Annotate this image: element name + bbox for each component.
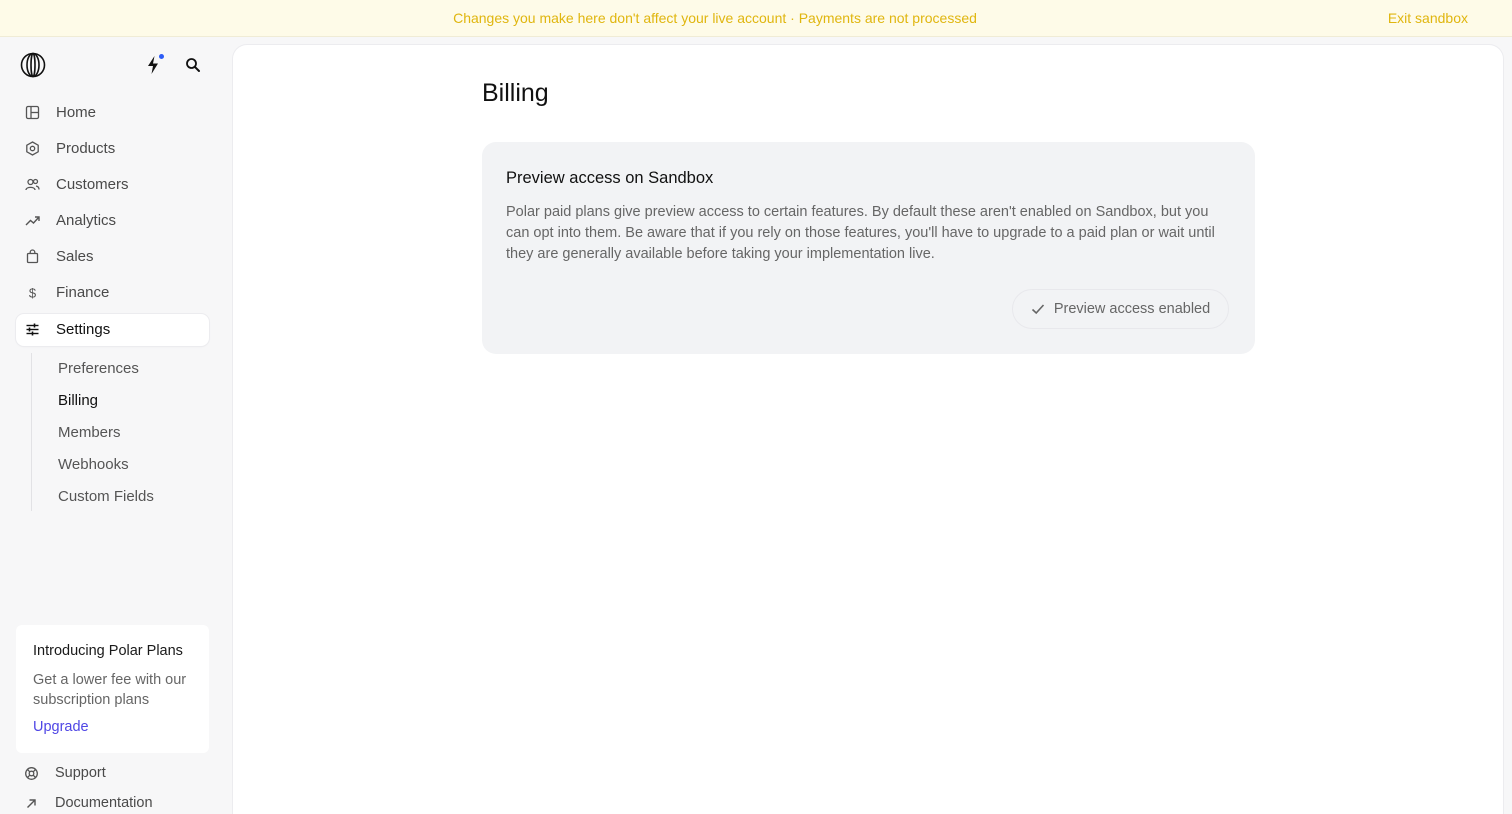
sandbox-banner: Changes you make here don't affect your … xyxy=(0,0,1512,37)
shopping-bag-icon xyxy=(26,249,39,264)
sidebar-item-customers[interactable]: Customers xyxy=(16,169,209,201)
subnav-item-custom-fields[interactable]: Custom Fields xyxy=(58,488,154,505)
sidebar-item-finance[interactable]: $ Finance xyxy=(16,277,209,309)
preview-access-button[interactable]: Preview access enabled xyxy=(1012,289,1229,329)
documentation-link[interactable]: Documentation xyxy=(24,795,153,811)
promo-title: Introducing Polar Plans xyxy=(33,643,183,659)
polar-logo-icon[interactable] xyxy=(20,52,46,78)
sidebar-item-home[interactable]: Home xyxy=(16,97,209,129)
support-label: Support xyxy=(55,765,106,781)
sidebar-item-label: Finance xyxy=(56,284,110,301)
preview-access-card: Preview access on Sandbox Polar paid pla… xyxy=(482,142,1255,354)
check-icon xyxy=(1031,304,1044,315)
subnav-item-webhooks[interactable]: Webhooks xyxy=(58,456,129,473)
notification-dot xyxy=(159,54,164,59)
subnav-divider xyxy=(31,353,32,511)
trending-up-icon xyxy=(25,216,40,226)
dashboard-icon xyxy=(25,105,40,120)
subnav-item-billing[interactable]: Billing xyxy=(58,392,98,409)
exit-sandbox-link[interactable]: Exit sandbox xyxy=(1388,10,1468,26)
support-link[interactable]: Support xyxy=(24,765,106,781)
card-description: Polar paid plans give preview access to … xyxy=(506,204,1215,262)
subnav-item-preferences[interactable]: Preferences xyxy=(58,360,139,377)
arrow-up-right-icon xyxy=(27,798,36,808)
polar-plans-promo: Introducing Polar Plans Get a lower fee … xyxy=(16,625,209,753)
svg-text:$: $ xyxy=(29,286,37,301)
search-icon[interactable] xyxy=(184,56,202,74)
card-title: Preview access on Sandbox xyxy=(506,169,714,187)
sidebar-item-label: Settings xyxy=(56,321,111,338)
lifebuoy-icon xyxy=(25,766,38,780)
upgrade-link[interactable]: Upgrade xyxy=(33,719,89,735)
sidebar-item-label: Analytics xyxy=(56,212,117,229)
sidebar: Home Products Customers Analytics Sales xyxy=(0,37,232,814)
sidebar-item-label: Customers xyxy=(56,176,129,193)
sidebar-item-label: Products xyxy=(56,140,116,157)
page-title: Billing xyxy=(482,79,549,107)
main-panel: Billing Preview access on Sandbox Polar … xyxy=(233,45,1503,814)
promo-text: Get a lower fee with our subscription pl… xyxy=(33,672,187,708)
people-icon xyxy=(25,178,40,191)
sidebar-item-analytics[interactable]: Analytics xyxy=(16,205,209,237)
documentation-label: Documentation xyxy=(55,795,153,811)
sandbox-banner-message: Changes you make here don't affect your … xyxy=(453,10,977,26)
hexagon-icon xyxy=(26,141,39,156)
sidebar-item-label: Home xyxy=(56,104,97,121)
preview-access-button-label: Preview access enabled xyxy=(1053,301,1211,317)
sidebar-item-sales[interactable]: Sales xyxy=(16,241,209,273)
sidebar-item-settings[interactable]: Settings xyxy=(16,314,209,346)
subnav-item-members[interactable]: Members xyxy=(58,424,121,441)
sliders-icon xyxy=(26,323,39,336)
dollar-icon: $ xyxy=(29,286,37,301)
sidebar-item-label: Sales xyxy=(56,248,94,265)
sidebar-item-products[interactable]: Products xyxy=(16,133,209,165)
